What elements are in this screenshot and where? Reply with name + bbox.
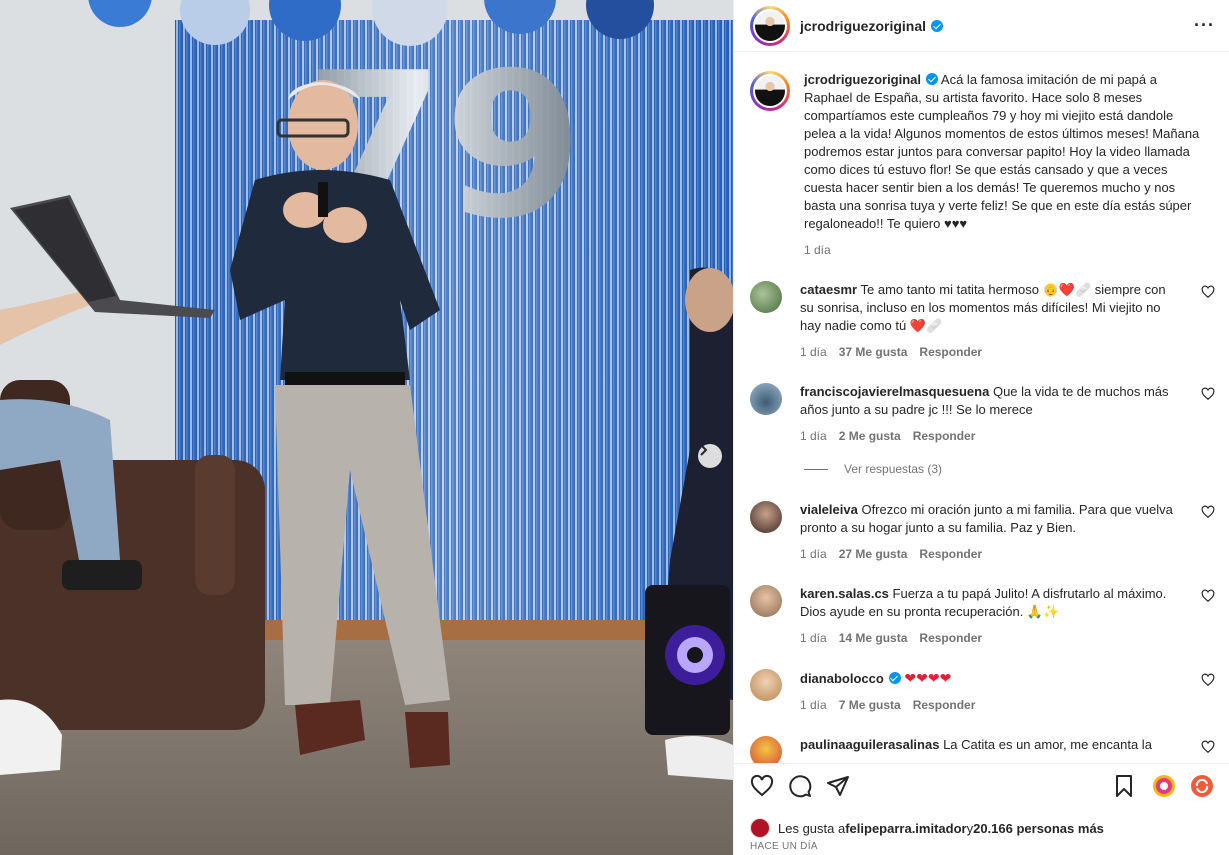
send-icon[interactable] [826,774,850,798]
heart-icon[interactable] [1201,740,1215,754]
post-date[interactable]: HACE UN DÍA [750,841,818,852]
comment-time[interactable]: 1 día [800,427,827,445]
comment-time[interactable]: 1 día [800,343,827,361]
next-media-button[interactable] [698,444,722,468]
comment-likes[interactable]: 14 Me gusta [839,629,908,647]
comment-item: cataesmr Te amo tanto mi tatita hermoso … [750,281,1215,361]
verified-badge-icon [888,672,901,684]
comment-item: franciscojavierelmasquesuena Que la vida… [750,383,1215,445]
commenter-avatar[interactable] [750,585,782,617]
comment-time[interactable]: 1 día [800,545,827,563]
comment-item: dianabolocco ❤❤❤❤ 1 día 7 Me gusta Respo… [750,669,1215,714]
commenter-username[interactable]: cataesmr [800,282,857,297]
post-actions: Les gusta a felipeparra.imitador y 20.16… [734,763,1229,855]
commenter-username[interactable]: dianabolocco [800,671,884,686]
author-username[interactable]: jcrodriguezoriginal [800,18,926,34]
comment-text: ❤❤❤❤ [904,670,952,686]
reply-button[interactable]: Responder [913,696,976,714]
reply-button[interactable]: Responder [919,343,982,361]
commenter-username[interactable]: vialeleiva [800,502,858,517]
heart-icon[interactable] [1201,505,1215,519]
post-media[interactable]: 79 [0,0,733,855]
comment-icon[interactable] [788,774,812,798]
liker-username[interactable]: felipeparra.imitador [845,821,966,836]
comment-text: La Catita es un amor, me encanta la [943,737,1152,752]
caption-author-avatar[interactable] [750,71,790,111]
bookmark-icon[interactable] [1112,774,1136,798]
post-photo: 79 [0,0,733,855]
commenter-avatar[interactable] [750,669,782,701]
caption-time[interactable]: 1 día [804,241,1204,259]
verified-badge-icon [931,19,944,32]
commenter-avatar[interactable] [750,736,782,763]
likes-summary[interactable]: Les gusta a felipeparra.imitador y 20.16… [750,818,1104,838]
divider [804,468,828,470]
liker-avatar[interactable] [750,818,770,838]
post-caption: jcrodriguezoriginal Acá la famosa imitac… [750,71,1210,259]
heart-icon[interactable] [1201,673,1215,687]
comment-item: karen.salas.cs Fuerza a tu papá Julito! … [750,585,1215,647]
commenter-username[interactable]: paulinaaguilerasalinas [800,737,939,752]
sticker-icon[interactable] [1152,774,1176,798]
comment-item: vialeleiva Ofrezco mi oración junto a mi… [750,501,1215,563]
verified-badge-icon [926,73,939,85]
reply-button[interactable]: Responder [919,629,982,647]
author-avatar[interactable] [750,5,790,46]
view-replies-label: Ver respuestas (3) [844,462,943,476]
commenter-avatar[interactable] [750,281,782,313]
post-header: jcrodriguezoriginal ··· [734,0,1229,52]
commenter-avatar[interactable] [750,383,782,415]
more-options-button[interactable]: ··· [1194,16,1215,34]
comment-item: paulinaaguilerasalinas La Catita es un a… [750,736,1215,763]
comment-likes[interactable]: 37 Me gusta [839,343,908,361]
commenter-username[interactable]: franciscojavierelmasquesuena [800,384,989,399]
instagram-post-modal: 79 jcrodriguezoriginal ··· jcrodriguezor… [0,0,1229,855]
comment-time[interactable]: 1 día [800,629,827,647]
comment-likes[interactable]: 2 Me gusta [839,427,901,445]
chevron-right-icon [700,444,708,456]
more-horizontal-icon: ··· [1194,15,1215,35]
commenter-username[interactable]: karen.salas.cs [800,586,889,601]
commenter-avatar[interactable] [750,501,782,533]
reply-button[interactable]: Responder [919,545,982,563]
heart-icon[interactable] [1201,285,1215,299]
likes-prefix: Les gusta a [778,820,846,836]
reply-button[interactable]: Responder [913,427,976,445]
comments-list[interactable]: jcrodriguezoriginal Acá la famosa imitac… [734,53,1229,763]
view-replies-button[interactable]: Ver respuestas (3) [804,462,942,476]
heart-icon[interactable] [750,774,774,798]
caption-author-username[interactable]: jcrodriguezoriginal [804,72,921,87]
caption-text: Acá la famosa imitación de mi papá a Rap… [804,72,1200,231]
comment-likes[interactable]: 27 Me gusta [839,545,908,563]
post-side-panel: jcrodriguezoriginal ··· jcrodriguezorigi… [733,0,1229,855]
heart-icon[interactable] [1201,387,1215,401]
likes-count[interactable]: 20.166 personas más [973,821,1104,836]
heart-icon[interactable] [1201,589,1215,603]
comment-likes[interactable]: 7 Me gusta [839,696,901,714]
comment-time[interactable]: 1 día [800,696,827,714]
remix-icon[interactable] [1190,774,1214,798]
